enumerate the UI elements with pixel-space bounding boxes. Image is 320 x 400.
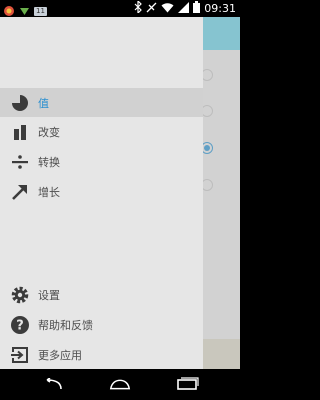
system-nav-bar	[0, 369, 240, 400]
drawer-item-growth[interactable]: 增长	[0, 177, 203, 206]
status-bar: 11 09:31	[0, 0, 240, 17]
battery-icon	[193, 1, 201, 16]
status-time: 09:31	[204, 2, 236, 15]
help-icon: ?	[10, 315, 30, 335]
home-icon	[109, 379, 131, 390]
drawer-item-label: 值	[38, 96, 49, 110]
drawer-item-label: 设置	[38, 288, 60, 302]
silent-mode-icon	[146, 2, 157, 16]
home-button[interactable]	[108, 375, 132, 393]
svg-text:?: ?	[16, 318, 24, 333]
back-icon	[46, 378, 62, 390]
wifi-icon	[161, 2, 174, 16]
divide-icon	[10, 152, 30, 172]
drawer-item-label: 改变	[38, 125, 60, 139]
drawer-item-help-feedback[interactable]: ? 帮助和反馈	[0, 310, 203, 339]
app-screen: 值 改变 转换 增长 设置 ? 帮助和反馈 更多应用	[0, 17, 240, 369]
drawer-item-change[interactable]: 改变	[0, 117, 203, 146]
pie-chart-icon	[10, 93, 30, 113]
drawer-item-label: 转换	[38, 155, 60, 169]
recent-apps-icon	[177, 377, 199, 390]
navigation-drawer: 值 改变 转换 增长 设置 ? 帮助和反馈 更多应用	[0, 17, 203, 369]
drawer-item-label: 更多应用	[38, 348, 82, 362]
trending-up-arrow-icon	[10, 182, 30, 202]
bar-chart-icon	[10, 122, 30, 142]
notification-badge: 11	[34, 7, 47, 16]
content-thumbnail	[201, 339, 240, 369]
drawer-item-more-apps[interactable]: 更多应用	[0, 340, 203, 369]
recent-apps-button[interactable]	[176, 375, 200, 393]
gear-icon	[10, 285, 30, 305]
signal-icon	[178, 1, 190, 16]
drawer-item-label: 帮助和反馈	[38, 318, 93, 332]
drawer-item-value[interactable]: 值	[0, 88, 203, 117]
bluetooth-icon	[134, 0, 143, 16]
exit-icon	[10, 345, 30, 365]
back-button[interactable]	[40, 375, 64, 393]
drawer-item-settings[interactable]: 设置	[0, 280, 203, 309]
drawer-item-label: 增长	[38, 185, 60, 199]
drawer-item-convert[interactable]: 转换	[0, 147, 203, 176]
